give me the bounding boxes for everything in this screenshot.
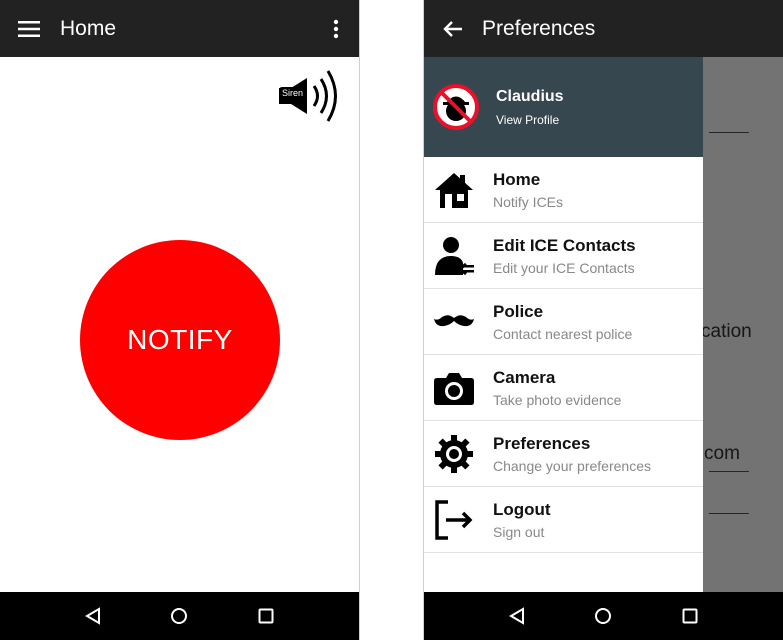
- drawer-item-title: Home: [493, 169, 541, 189]
- back-nav-icon[interactable]: [84, 607, 101, 625]
- drawer-item-home[interactable]: Home Notify ICEs: [424, 157, 703, 223]
- drawer-item-title: Camera: [493, 367, 556, 387]
- drawer-item-subtitle: Notify ICEs: [493, 193, 564, 210]
- page-title: Home: [60, 16, 117, 40]
- home-icon: [432, 168, 476, 212]
- drawer-item-preferences[interactable]: Preferences Change your preferences: [424, 421, 703, 487]
- drawer-item-subtitle: Edit your ICE Contacts: [493, 259, 635, 276]
- drawer-item-edit-ice-contacts[interactable]: Edit ICE Contacts Edit your ICE Contacts: [424, 223, 703, 289]
- siren-button[interactable]: Siren: [277, 66, 347, 126]
- profile-name: Claudius: [496, 87, 564, 105]
- siren-label: Siren: [279, 87, 307, 99]
- more-vert-icon: [333, 19, 339, 38]
- recents-nav-icon[interactable]: [682, 608, 698, 624]
- drawer-item-logout[interactable]: Logout Sign out: [424, 487, 703, 553]
- notify-button[interactable]: NOTIFY: [80, 240, 280, 440]
- app-bar: Home: [0, 0, 359, 57]
- hamburger-icon: [18, 20, 40, 37]
- drawer-item-title: Logout: [493, 499, 551, 519]
- drawer-item-title: Edit ICE Contacts: [493, 235, 636, 255]
- profile-header[interactable]: Claudius View Profile: [424, 57, 703, 157]
- drawer-item-title: Police: [493, 301, 544, 321]
- drawer-item-subtitle: Contact nearest police: [493, 325, 633, 342]
- mustache-icon: [432, 300, 476, 344]
- drawer-item-camera[interactable]: Camera Take photo evidence: [424, 355, 703, 421]
- arrow-back-icon: [443, 20, 462, 37]
- preferences-screen: Preferences cation com Claudius View Pro…: [423, 0, 783, 640]
- drawer-item-subtitle: Take photo evidence: [493, 391, 622, 408]
- back-nav-icon[interactable]: [508, 607, 525, 625]
- page-title: Preferences: [482, 16, 596, 40]
- camera-icon: [432, 366, 476, 410]
- back-button[interactable]: [424, 0, 482, 57]
- home-nav-icon[interactable]: [170, 607, 188, 625]
- drawer-item-subtitle: Sign out: [493, 523, 545, 540]
- view-profile-link[interactable]: View Profile: [496, 113, 564, 127]
- home-nav-icon[interactable]: [594, 607, 612, 625]
- hamburger-menu-button[interactable]: [0, 0, 58, 57]
- home-screen: Home Siren NOTIFY: [0, 0, 360, 640]
- overflow-menu-button[interactable]: [313, 0, 359, 57]
- drawer-item-police[interactable]: Police Contact nearest police: [424, 289, 703, 355]
- contact-edit-icon: [432, 234, 476, 278]
- avatar-icon: [433, 84, 479, 130]
- app-bar: Preferences: [424, 0, 783, 57]
- navigation-drawer: Claudius View Profile Home Notify ICEs E…: [424, 57, 703, 592]
- drawer-item-subtitle: Change your preferences: [493, 457, 651, 474]
- gear-icon: [432, 432, 476, 476]
- system-nav-bar: [424, 592, 783, 640]
- system-nav-bar: [0, 592, 359, 640]
- recents-nav-icon[interactable]: [258, 608, 274, 624]
- logout-icon: [432, 498, 476, 542]
- drawer-item-title: Preferences: [493, 433, 591, 453]
